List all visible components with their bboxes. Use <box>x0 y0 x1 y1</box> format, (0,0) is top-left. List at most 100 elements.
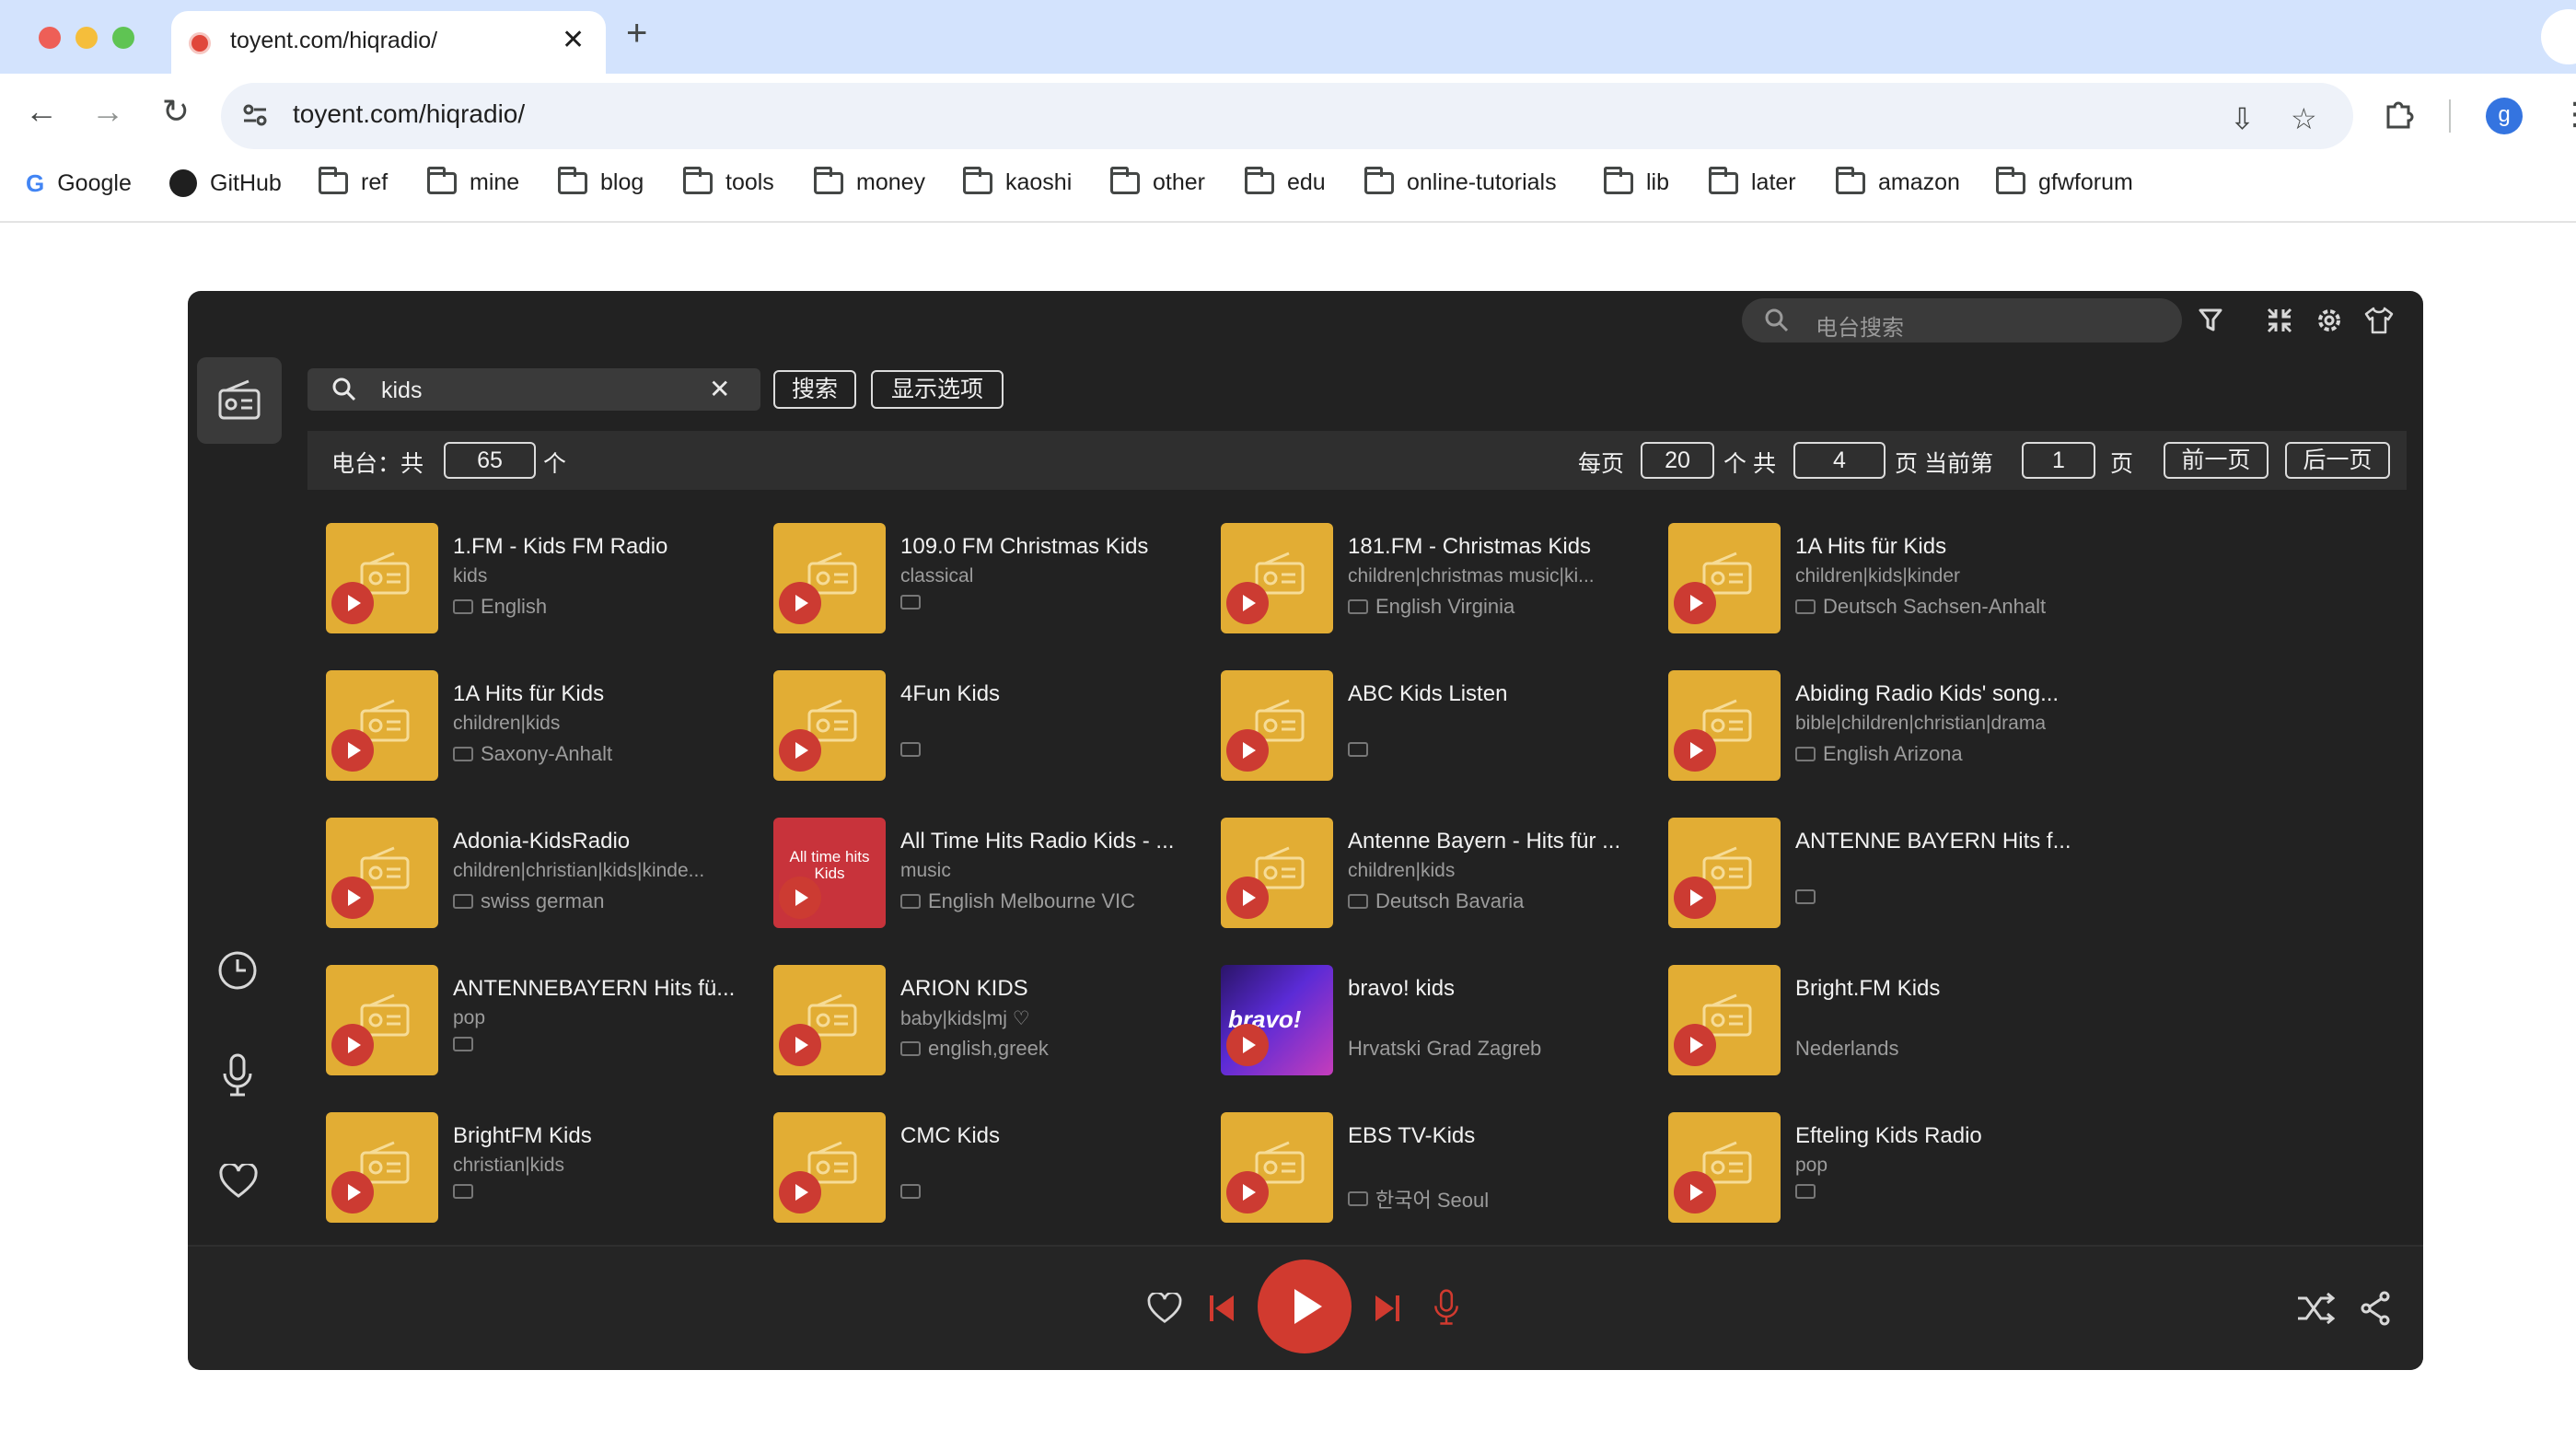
bookmark-folder-amazon[interactable]: amazon <box>1836 166 1960 196</box>
play-station-button[interactable] <box>331 1171 374 1214</box>
query-input[interactable]: kids ✕ <box>307 368 760 411</box>
window-minimize-button[interactable] <box>75 27 98 49</box>
play-station-button[interactable] <box>331 729 374 772</box>
station-card[interactable]: 1.FM - Kids FM Radio kids English <box>326 523 749 643</box>
address-bar[interactable]: toyent.com/hiqradio/ ⇩ ☆ <box>221 83 2353 149</box>
bookmark-star-icon[interactable]: ☆ <box>2291 101 2317 136</box>
station-thumbnail[interactable] <box>326 818 438 928</box>
reload-button[interactable]: ↻ <box>153 92 199 131</box>
station-card[interactable]: 1A Hits für Kids children|kids|kinder Deut… <box>1668 523 2092 643</box>
next-station-icon[interactable] <box>1374 1293 1401 1324</box>
sidebar-item-radio[interactable] <box>197 357 282 444</box>
station-card[interactable]: Abiding Radio Kids' song... bible|childre… <box>1668 670 2092 790</box>
play-station-button[interactable] <box>1674 1024 1716 1066</box>
profile-avatar[interactable]: g <box>2486 98 2523 134</box>
station-card[interactable]: 1A Hits für Kids children|kids Saxony-Anha… <box>326 670 749 790</box>
extensions-icon[interactable] <box>2383 98 2414 129</box>
previous-station-icon[interactable] <box>1208 1293 1236 1324</box>
play-station-button[interactable] <box>1226 582 1269 624</box>
bookmark-folder-kaoshi[interactable]: kaoshi <box>963 166 1072 196</box>
station-card[interactable]: 181.FM - Christmas Kids children|christma… <box>1221 523 1644 643</box>
station-thumbnail[interactable] <box>1221 818 1333 928</box>
station-card[interactable]: CMC Kids <box>773 1112 1197 1232</box>
bookmark-github[interactable]: GitHub <box>169 169 282 197</box>
tab-search-button[interactable] <box>2541 9 2576 64</box>
settings-gear-icon[interactable] <box>2315 306 2344 335</box>
sidebar-favorites-heart-icon[interactable] <box>219 1164 258 1199</box>
station-thumbnail[interactable] <box>1668 965 1781 1075</box>
station-card[interactable]: ANTENNE BAYERN Hits f... <box>1668 818 2092 937</box>
play-station-button[interactable] <box>1674 877 1716 919</box>
station-thumbnail[interactable] <box>1221 523 1333 633</box>
station-search-input[interactable]: 电台搜索 <box>1742 298 2182 343</box>
play-station-button[interactable] <box>779 729 821 772</box>
play-station-button[interactable] <box>331 582 374 624</box>
station-card[interactable]: Bright.FM Kids Nederlands <box>1668 965 2092 1085</box>
station-thumbnail[interactable] <box>773 523 886 633</box>
site-info-icon[interactable] <box>241 101 269 129</box>
bookmark-folder-lib[interactable]: lib <box>1604 166 1669 196</box>
browser-menu-icon[interactable]: ⋮ <box>2559 96 2576 133</box>
per-page-field[interactable]: 20 <box>1641 442 1714 479</box>
play-station-button[interactable] <box>1674 1171 1716 1214</box>
station-thumbnail[interactable] <box>773 1112 886 1223</box>
play-station-button[interactable] <box>331 1024 374 1066</box>
station-card[interactable]: bravo! bravo! kids Hrvatski Grad Zagreb <box>1221 965 1644 1085</box>
theme-shirt-icon[interactable] <box>2364 306 2394 335</box>
station-thumbnail[interactable] <box>326 1112 438 1223</box>
display-options-button[interactable]: 显示选项 <box>871 370 1004 409</box>
station-card[interactable]: All time hits Kids All Time Hits Radio Ki… <box>773 818 1197 937</box>
station-thumbnail[interactable] <box>326 965 438 1075</box>
station-thumbnail[interactable] <box>1668 1112 1781 1223</box>
bookmark-folder-gfwforum[interactable]: gfwforum <box>1996 166 2133 196</box>
station-card[interactable]: BrightFM Kids christian|kids <box>326 1112 749 1232</box>
play-station-button[interactable] <box>1674 582 1716 624</box>
bookmark-folder-tools[interactable]: tools <box>683 166 774 196</box>
share-icon[interactable] <box>2359 1291 2392 1326</box>
play-station-button[interactable] <box>331 877 374 919</box>
bookmark-folder-edu[interactable]: edu <box>1245 166 1326 196</box>
favorite-heart-icon[interactable] <box>1147 1293 1182 1324</box>
play-station-button[interactable] <box>1674 729 1716 772</box>
station-thumbnail[interactable] <box>1668 523 1781 633</box>
station-card[interactable]: Antenne Bayern - Hits für ... children|ki… <box>1221 818 1644 937</box>
prev-page-button[interactable]: 前一页 <box>2164 442 2269 479</box>
browser-tab[interactable]: toyent.com/hiqradio/ ✕ <box>171 11 606 74</box>
play-station-button[interactable] <box>1226 877 1269 919</box>
next-page-button[interactable]: 后一页 <box>2285 442 2390 479</box>
station-card[interactable]: 4Fun Kids <box>773 670 1197 790</box>
station-card[interactable]: ARION KIDS baby|kids|mj ♡ english,greek <box>773 965 1197 1085</box>
shuffle-icon[interactable] <box>2296 1293 2335 1324</box>
bookmark-folder-online-tutorials[interactable]: online-tutorials <box>1364 166 1557 196</box>
search-button[interactable]: 搜索 <box>773 370 856 409</box>
sidebar-recording-mic-icon[interactable] <box>221 1053 254 1097</box>
play-station-button[interactable] <box>779 1024 821 1066</box>
install-app-icon[interactable]: ⇩ <box>2230 101 2255 136</box>
sidebar-history-clock-icon[interactable] <box>217 950 258 991</box>
play-station-button[interactable] <box>1226 1024 1269 1066</box>
filter-icon[interactable] <box>2199 308 2222 333</box>
bookmark-folder-mine[interactable]: mine <box>427 166 519 196</box>
station-thumbnail[interactable] <box>1221 1112 1333 1223</box>
station-thumbnail[interactable] <box>773 670 886 781</box>
play-station-button[interactable] <box>779 582 821 624</box>
station-card[interactable]: Efteling Kids Radio pop <box>1668 1112 2092 1232</box>
window-close-button[interactable] <box>39 27 61 49</box>
forward-button[interactable]: → <box>85 92 131 131</box>
station-thumbnail[interactable]: bravo! <box>1221 965 1333 1075</box>
station-card[interactable]: ANTENNEBAYERN Hits fü... pop <box>326 965 749 1085</box>
bookmark-folder-ref[interactable]: ref <box>319 166 388 196</box>
station-card[interactable]: EBS TV-Kids 한국어 Seoul <box>1221 1112 1644 1232</box>
exit-fullscreen-icon[interactable] <box>2265 306 2294 335</box>
station-card[interactable]: ABC Kids Listen <box>1221 670 1644 790</box>
tab-close-icon[interactable]: ✕ <box>562 24 585 56</box>
bookmark-folder-money[interactable]: money <box>814 166 925 196</box>
station-thumbnail[interactable] <box>773 965 886 1075</box>
record-mic-icon[interactable] <box>1433 1287 1460 1328</box>
new-tab-button[interactable]: + <box>626 13 647 54</box>
station-card[interactable]: 109.0 FM Christmas Kids classical <box>773 523 1197 643</box>
play-station-button[interactable] <box>1226 1171 1269 1214</box>
clear-query-icon[interactable]: ✕ <box>709 374 730 404</box>
station-card[interactable]: Adonia-KidsRadio children|christian|kids|… <box>326 818 749 937</box>
play-button[interactable] <box>1258 1260 1352 1353</box>
